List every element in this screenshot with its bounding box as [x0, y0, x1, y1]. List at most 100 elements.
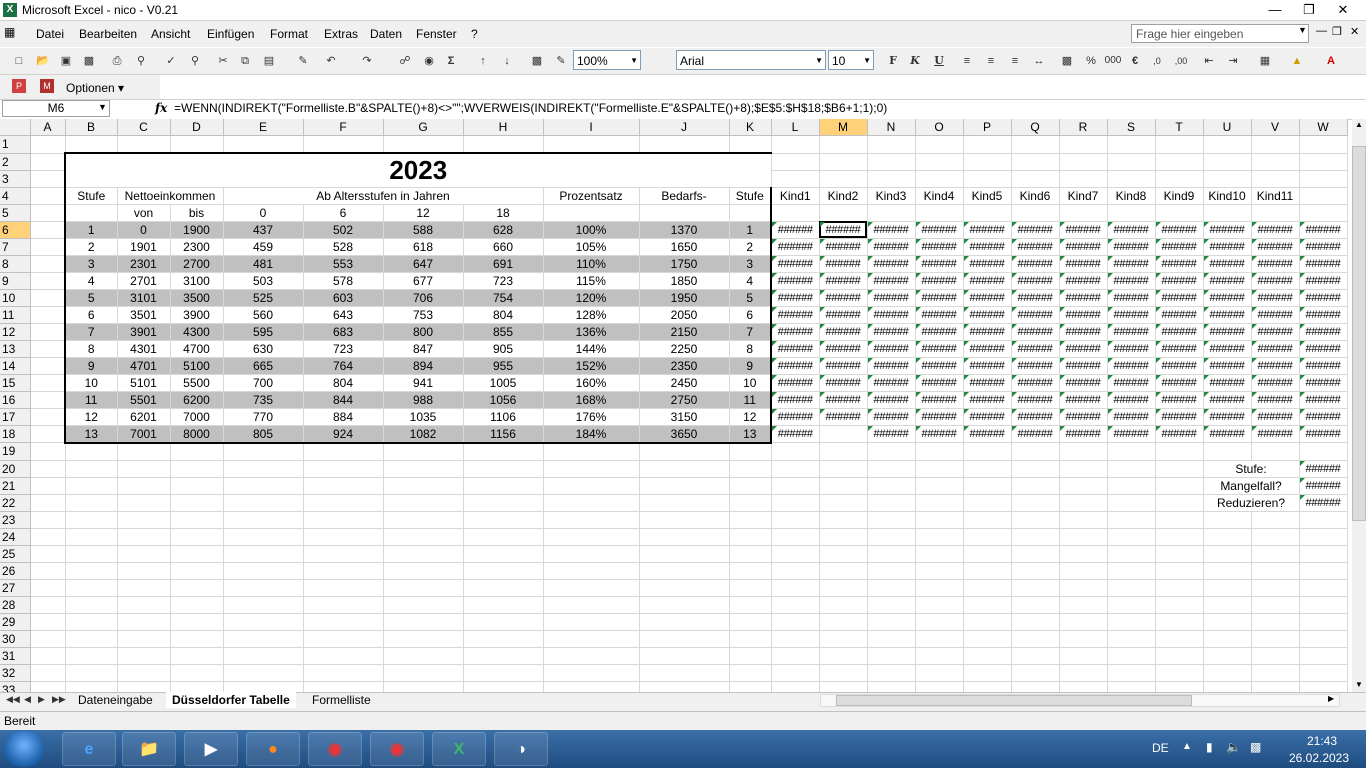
- cell-M32[interactable]: [819, 664, 868, 682]
- cell-D26[interactable]: [170, 562, 224, 580]
- cell-I26[interactable]: [543, 562, 640, 580]
- cell-E16[interactable]: 735: [223, 391, 304, 409]
- cell-B4[interactable]: Stufe: [64, 187, 118, 205]
- cell-F21[interactable]: [303, 477, 384, 495]
- cell-T22[interactable]: [1155, 494, 1204, 512]
- cell-W7[interactable]: ######: [1299, 238, 1348, 256]
- name-box[interactable]: M6: [2, 100, 110, 117]
- chrome-icon[interactable]: ◉: [370, 732, 424, 766]
- cell-Q7[interactable]: ######: [1011, 238, 1060, 256]
- cell-F27[interactable]: [303, 579, 384, 597]
- cell-U6[interactable]: ######: [1203, 221, 1252, 239]
- cell-O18[interactable]: ######: [915, 425, 964, 443]
- decrease-indent-icon[interactable]: ⇤: [1200, 52, 1218, 70]
- cell-R31[interactable]: [1059, 647, 1108, 665]
- cell-I10[interactable]: 120%: [543, 289, 640, 307]
- cell-O23[interactable]: [915, 511, 964, 529]
- cell-P24[interactable]: [963, 528, 1012, 546]
- cell-O29[interactable]: [915, 613, 964, 631]
- cell-C17[interactable]: 6201: [117, 408, 171, 426]
- row-header[interactable]: 24: [0, 528, 31, 546]
- cell-H24[interactable]: [463, 528, 544, 546]
- cell-O1[interactable]: [915, 135, 964, 154]
- cell-U16[interactable]: ######: [1203, 391, 1252, 409]
- cell-O7[interactable]: ######: [915, 238, 964, 256]
- cell-C14[interactable]: 4701: [117, 357, 171, 375]
- cell-V10[interactable]: ######: [1251, 289, 1300, 307]
- cell-A25[interactable]: [30, 545, 66, 563]
- cell-P29[interactable]: [963, 613, 1012, 631]
- cell-W30[interactable]: [1299, 630, 1348, 648]
- cell-D24[interactable]: [170, 528, 224, 546]
- cell-M25[interactable]: [819, 545, 868, 563]
- cell-J21[interactable]: [639, 477, 730, 495]
- cell-K17[interactable]: 12: [729, 408, 772, 426]
- cell-D17[interactable]: 7000: [170, 408, 224, 426]
- menu-ansicht[interactable]: Ansicht: [151, 27, 190, 41]
- cell-R19[interactable]: [1059, 442, 1108, 461]
- cell-U14[interactable]: ######: [1203, 357, 1252, 375]
- cell-W31[interactable]: [1299, 647, 1348, 665]
- cell-U13[interactable]: ######: [1203, 340, 1252, 358]
- cell-J19[interactable]: [639, 442, 730, 461]
- cell-O16[interactable]: ######: [915, 391, 964, 409]
- row-header[interactable]: 7: [0, 238, 31, 256]
- cell-D23[interactable]: [170, 511, 224, 529]
- cell-W18[interactable]: ######: [1299, 425, 1348, 443]
- cell-A13[interactable]: [30, 340, 66, 358]
- vertical-scroll-thumb[interactable]: [1352, 146, 1366, 521]
- cell-M5[interactable]: [819, 204, 868, 222]
- cell-D22[interactable]: [170, 494, 224, 512]
- cell-L1[interactable]: [771, 135, 820, 154]
- cell-W27[interactable]: [1299, 579, 1348, 597]
- cell-F6[interactable]: 502: [303, 221, 384, 239]
- cell-S6[interactable]: ######: [1107, 221, 1156, 239]
- cell-A6[interactable]: [30, 221, 66, 239]
- cell-A19[interactable]: [30, 442, 66, 461]
- cell-H9[interactable]: 723: [463, 272, 544, 290]
- cell-D18[interactable]: 8000: [170, 425, 224, 444]
- cell-L14[interactable]: ######: [771, 357, 820, 375]
- menu-extras[interactable]: Extras: [324, 27, 358, 41]
- row-header[interactable]: 22: [0, 494, 31, 512]
- cell-A32[interactable]: [30, 664, 66, 682]
- cell-V8[interactable]: ######: [1251, 255, 1300, 273]
- cell-V2[interactable]: [1251, 153, 1300, 171]
- cell-N22[interactable]: [867, 494, 916, 512]
- cell-F16[interactable]: 844: [303, 391, 384, 409]
- scroll-down-icon[interactable]: ▼: [1355, 680, 1363, 689]
- cell-K14[interactable]: 9: [729, 357, 772, 375]
- cell-T15[interactable]: ######: [1155, 374, 1204, 392]
- cell-M27[interactable]: [819, 579, 868, 597]
- cell-R20[interactable]: [1059, 460, 1108, 478]
- cell-F17[interactable]: 884: [303, 408, 384, 426]
- cell-A20[interactable]: [30, 460, 66, 478]
- cell-O2[interactable]: [915, 153, 964, 171]
- cell-P17[interactable]: ######: [963, 408, 1012, 426]
- cell-Q3[interactable]: [1011, 170, 1060, 188]
- cell-W15[interactable]: ######: [1299, 374, 1348, 392]
- cell-G28[interactable]: [383, 596, 464, 614]
- cell-O13[interactable]: ######: [915, 340, 964, 358]
- cell-I24[interactable]: [543, 528, 640, 546]
- row-header[interactable]: 20: [0, 460, 31, 478]
- menu-datei[interactable]: Datei: [36, 27, 64, 41]
- cell-S9[interactable]: ######: [1107, 272, 1156, 290]
- cell-C12[interactable]: 3901: [117, 323, 171, 341]
- cell-P12[interactable]: ######: [963, 323, 1012, 341]
- undo-icon[interactable]: ↶: [322, 52, 340, 70]
- cell-Q29[interactable]: [1011, 613, 1060, 631]
- cell-T32[interactable]: [1155, 664, 1204, 682]
- cell-G12[interactable]: 800: [383, 323, 464, 341]
- open-icon[interactable]: 📂: [34, 52, 52, 70]
- cell-H30[interactable]: [463, 630, 544, 648]
- cell-W21[interactable]: ######: [1299, 477, 1348, 495]
- cell-S10[interactable]: ######: [1107, 289, 1156, 307]
- paste-icon[interactable]: ▤: [260, 52, 278, 70]
- cell-R21[interactable]: [1059, 477, 1108, 495]
- column-header[interactable]: Q: [1011, 119, 1060, 136]
- row-header[interactable]: 30: [0, 630, 31, 648]
- cell-P15[interactable]: ######: [963, 374, 1012, 392]
- doc-close-button[interactable]: ✕: [1350, 25, 1359, 38]
- cell-N19[interactable]: [867, 442, 916, 461]
